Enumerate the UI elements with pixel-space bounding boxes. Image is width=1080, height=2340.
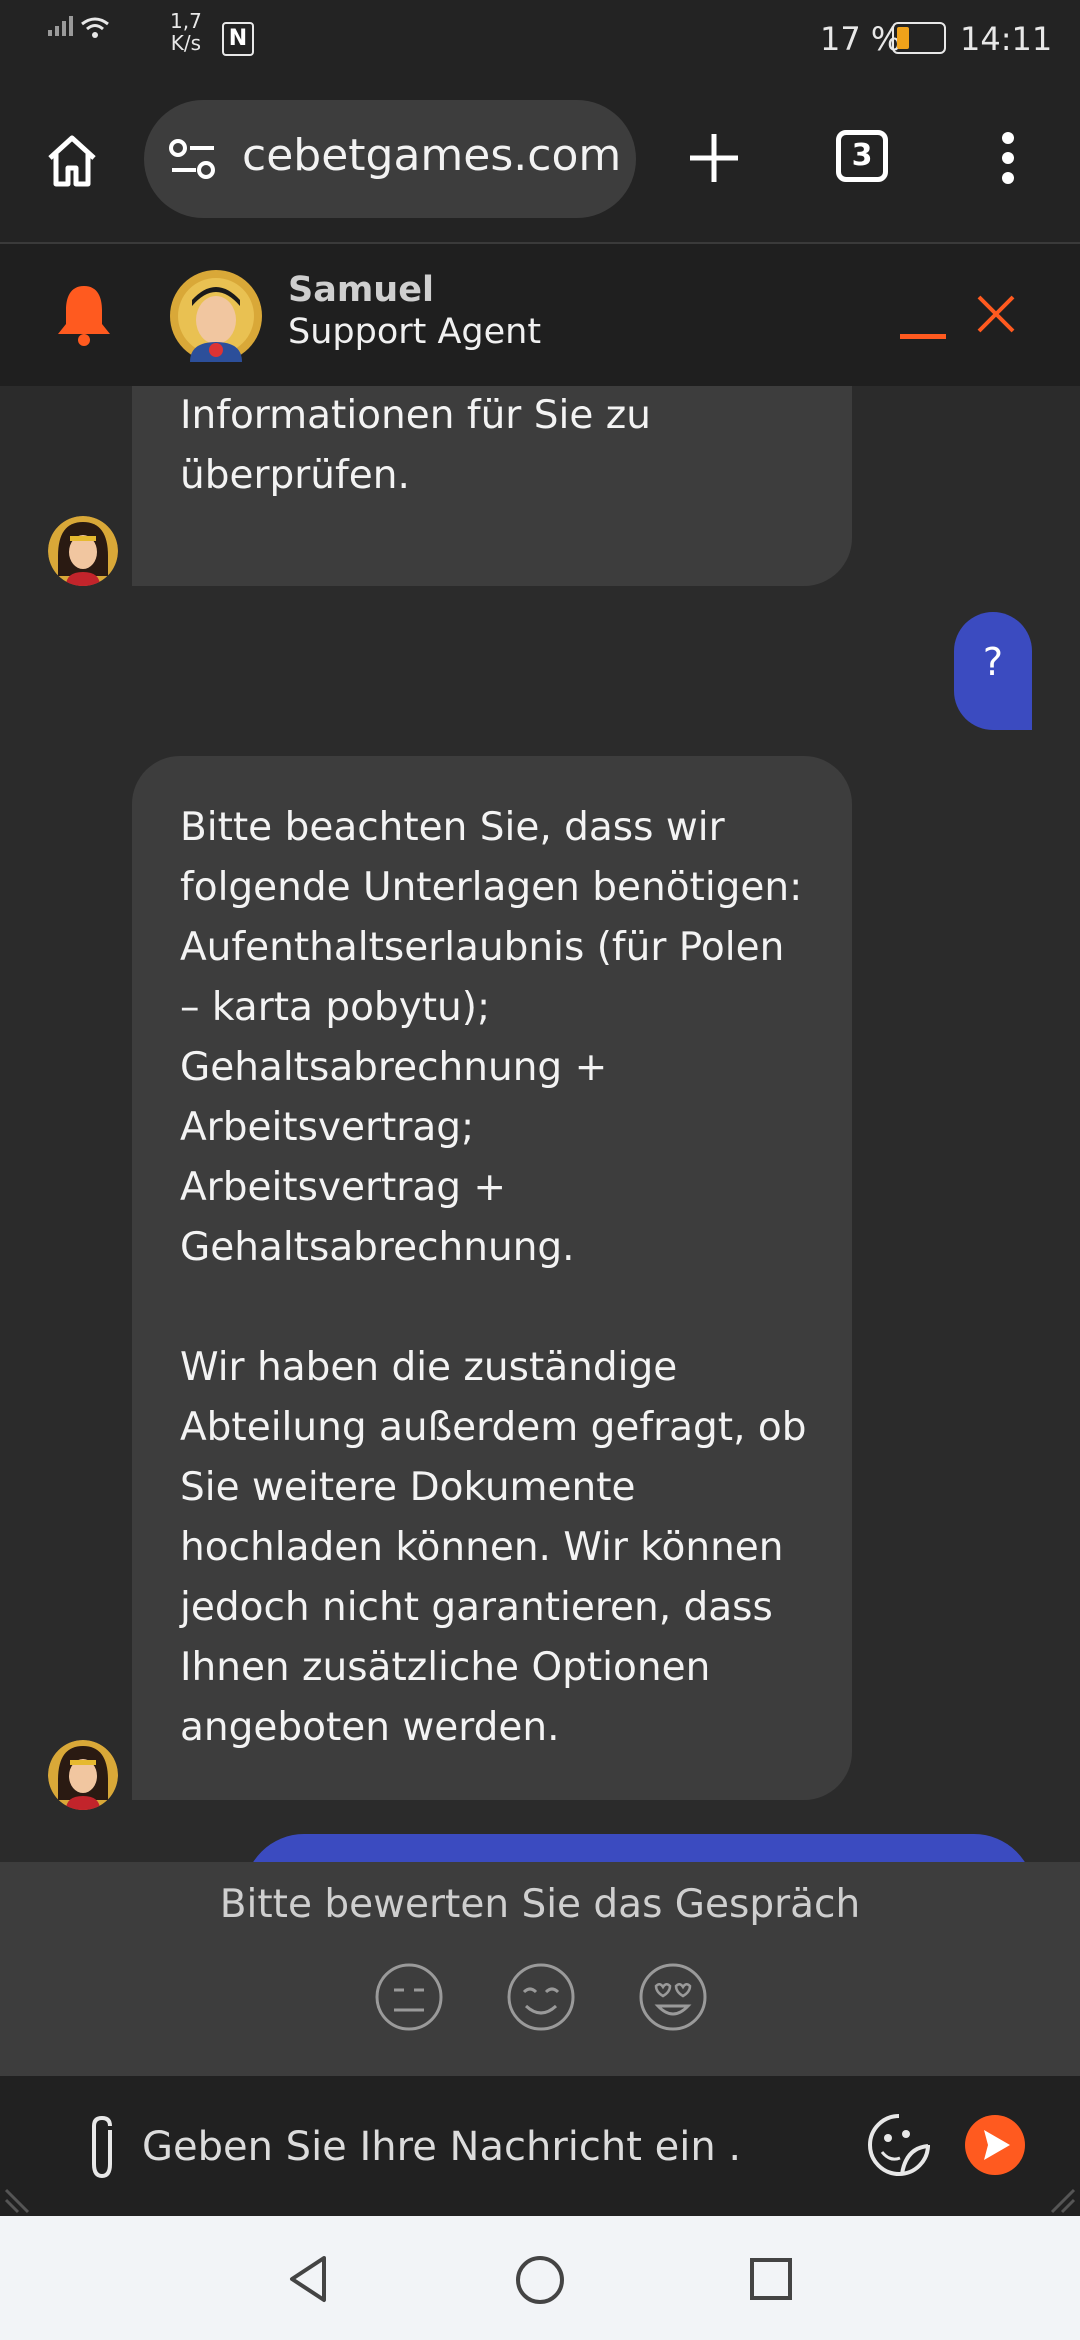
signal-icon [48,16,73,36]
heart-eyes-face-icon[interactable] [638,1962,708,2032]
url-text[interactable]: cebetgames.com [242,130,621,181]
network-speed-value: 1,7 [170,9,202,33]
close-icon[interactable] [976,294,1016,334]
smiling-face-icon[interactable] [506,1962,576,2032]
battery-percent: 17 % [820,20,902,58]
back-icon[interactable] [286,2254,330,2304]
message-text: Minuten, um diese Informationen für Sie … [180,393,651,498]
user-message-partial [244,1834,1034,1862]
status-bar: 1,7 K/s N 17 % 14:11 [0,0,1080,80]
message-composer [0,2076,1080,2216]
rating-panel: Bitte bewerten Sie das Gespräch [0,1862,1080,2076]
rating-title: Bitte bewerten Sie das Gespräch [219,1882,861,1927]
message-input[interactable] [140,2106,744,2188]
tab-switcher-icon[interactable]: 3 [836,130,888,182]
battery-icon [892,22,946,54]
agent-message: Minuten, um diese Informationen für Sie … [132,386,852,586]
agent-avatar [48,516,118,586]
new-tab-icon[interactable] [688,132,740,184]
home-nav-icon[interactable] [514,2254,566,2306]
chat-messages[interactable]: Minuten, um diese Informationen für Sie … [0,386,1080,1862]
clock: 14:11 [960,20,1053,58]
more-menu-icon[interactable] [996,130,1020,186]
browser-toolbar: cebetgames.com 3 [0,80,1080,244]
message-text: Bitte beachten Sie, dass wir folgende Un… [180,805,807,1750]
resize-handle-icon[interactable] [4,2186,32,2214]
agent-avatar [48,1740,118,1810]
agent-message: Bitte beachten Sie, dass wir folgende Un… [132,756,852,1800]
network-speed-unit: K/s [170,31,202,55]
agent-name: Samuel [288,270,434,310]
chat-header: Samuel Support Agent [0,244,1080,386]
agent-role: Support Agent [288,312,542,352]
neutral-face-icon[interactable] [374,1962,444,2032]
recents-icon[interactable] [748,2256,794,2302]
message-text: ? [982,640,1004,684]
emoji-sticker-icon[interactable] [866,2112,932,2178]
bell-icon[interactable] [54,282,114,346]
resize-handle-icon[interactable] [1048,2186,1076,2214]
wifi-icon [81,17,109,38]
tab-count: 3 [851,138,873,173]
agent-avatar [170,270,262,362]
home-icon[interactable] [44,132,100,188]
send-icon[interactable] [964,2114,1026,2176]
system-navigation-bar [0,2216,1080,2340]
minimize-icon[interactable] [900,334,946,339]
user-message: ? [954,612,1032,730]
attachment-icon[interactable] [84,2112,120,2182]
address-bar[interactable]: cebetgames.com [144,100,636,218]
site-settings-icon[interactable] [168,138,218,182]
nfc-icon: N [222,22,254,56]
